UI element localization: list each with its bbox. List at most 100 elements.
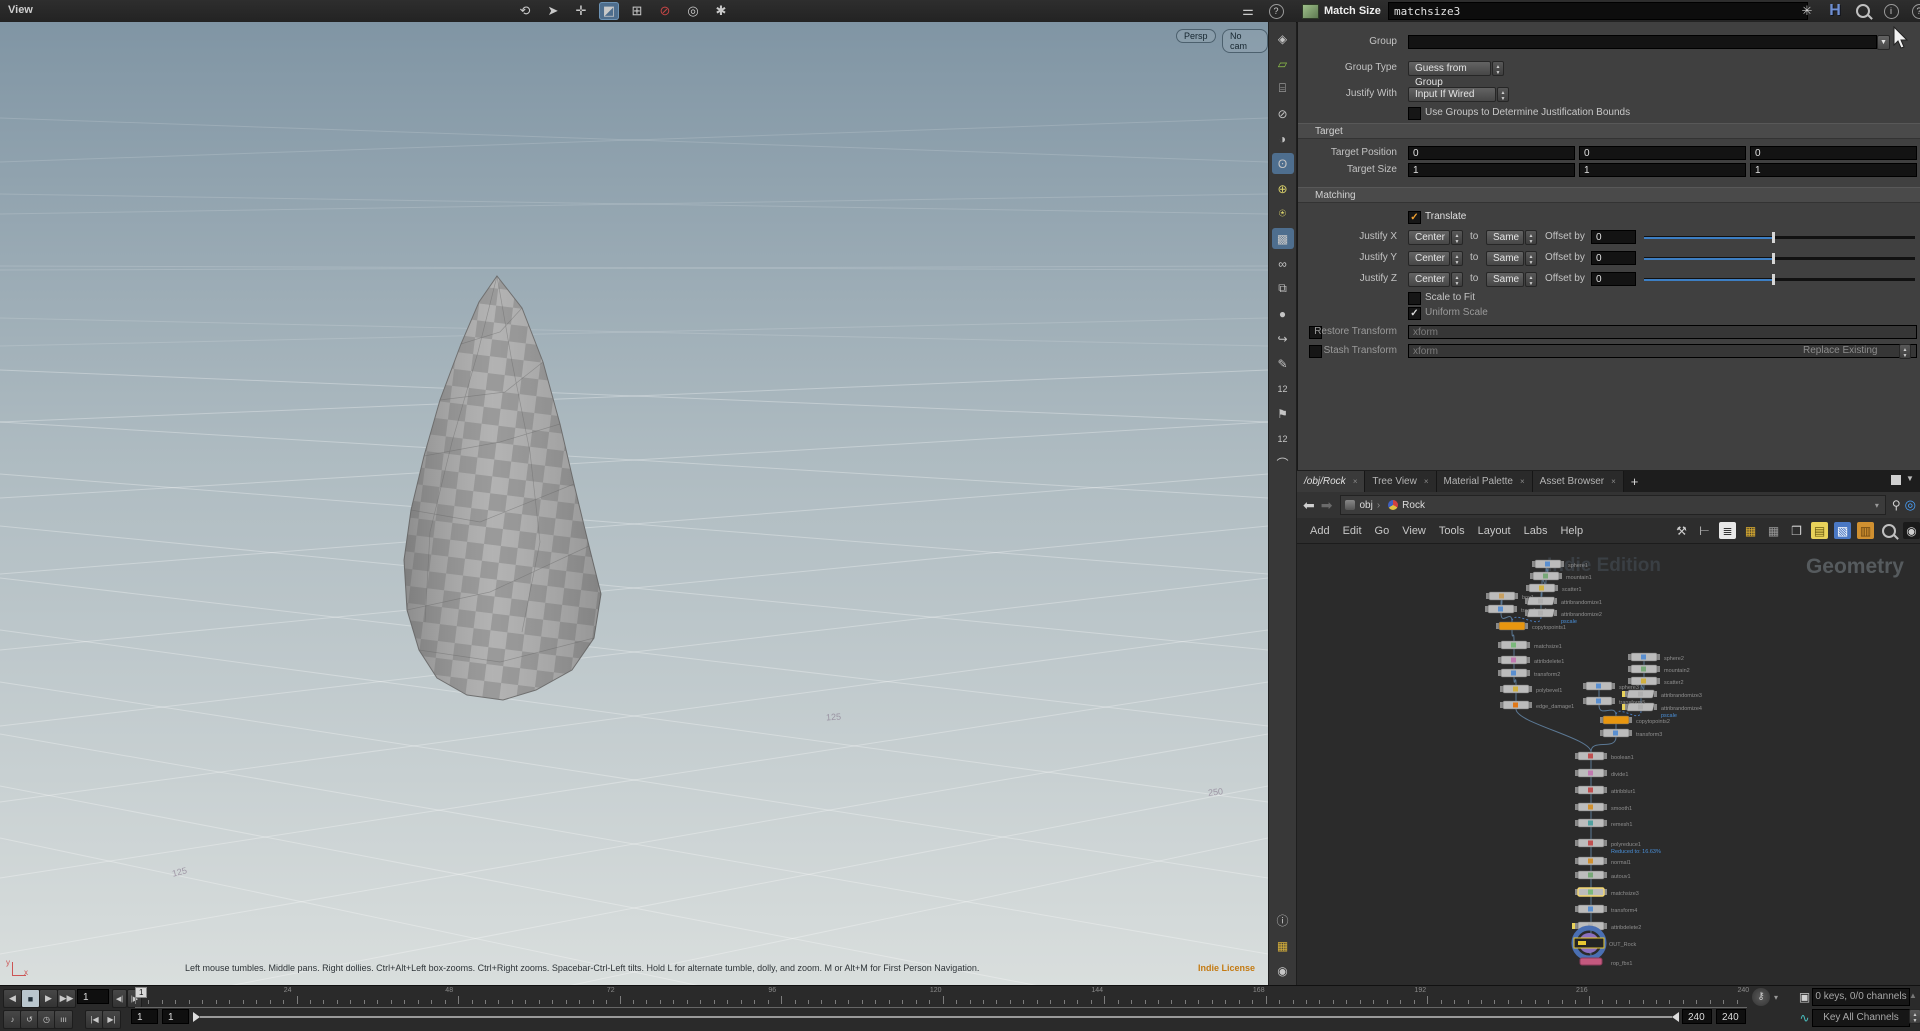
network-node-attribblur1[interactable]: attribblur1 (1575, 786, 1635, 795)
path-node[interactable]: Rock (1402, 500, 1425, 511)
netmenu-layout[interactable]: Layout (1478, 525, 1511, 537)
display-markers-icon[interactable]: ✎ (1272, 353, 1294, 374)
range-slider[interactable] (200, 1016, 1672, 1018)
netmenu-add[interactable]: Add (1310, 525, 1330, 537)
network-node-normal1[interactable]: normal1 (1575, 857, 1631, 866)
target-size-y[interactable]: 1 (1579, 163, 1746, 177)
net-treeview-icon[interactable]: ⊢ (1696, 522, 1713, 539)
network-node-autouv1[interactable]: autouv1 (1575, 871, 1631, 880)
network-node-remesh1[interactable]: remesh1 (1575, 819, 1632, 828)
prim-numbers-icon[interactable]: 12 (1272, 428, 1294, 449)
target-section-header[interactable]: Target (1298, 123, 1920, 139)
pane-split-icon[interactable] (1891, 475, 1901, 485)
network-node-sphere2[interactable]: sphere2 (1628, 653, 1684, 662)
netmenu-help[interactable]: Help (1560, 525, 1583, 537)
network-node-rop_fbx1[interactable]: rop_fbx1 (1580, 958, 1632, 967)
net-find-icon[interactable] (1880, 522, 1897, 539)
target-position-y[interactable]: 0 (1579, 146, 1746, 160)
playback-filter-icon[interactable]: ııı (54, 1010, 73, 1029)
netmenu-view[interactable]: View (1402, 525, 1426, 537)
keys-lock-icon[interactable]: ▲ (1909, 991, 1917, 1000)
net-shapepalette-icon[interactable]: ▦ (1765, 522, 1782, 539)
pane-tab--obj-rock[interactable]: /obj/Rock× (1297, 471, 1365, 492)
network-graph[interactable]: Indie EditionGeometrybox1transform1spher… (1297, 543, 1920, 985)
justify-with-select[interactable]: Input If Wired (1408, 87, 1496, 102)
keys-status-box[interactable]: 0 keys, 0/0 channels (1812, 988, 1910, 1006)
view-tumble-tool-icon[interactable]: ⟲ (515, 2, 535, 20)
matching-section-header[interactable]: Matching (1298, 187, 1920, 203)
key-menu-arrow[interactable]: ▾ (1774, 993, 1778, 1002)
network-node-matchsize3[interactable]: matchsize3 (1575, 888, 1639, 897)
target-position-z[interactable]: 0 (1750, 146, 1917, 160)
network-node-smooth1[interactable]: smooth1 (1575, 803, 1632, 812)
justify-target-spinner[interactable]: ▲▼ (1525, 230, 1537, 245)
select-tool-icon[interactable]: ➤ (543, 2, 563, 20)
network-node-transform3[interactable]: transform3 (1600, 729, 1662, 738)
pane-tab-asset-browser[interactable]: Asset Browser× (1533, 471, 1624, 492)
tab-close-icon[interactable]: × (1424, 477, 1429, 486)
offset-slider-handle[interactable] (1772, 232, 1775, 243)
net-colorpalette-icon[interactable]: ▦ (1742, 522, 1759, 539)
path-dropdown-arrow[interactable]: ▾ (1875, 501, 1879, 510)
pane-menu-arrow[interactable]: ▼ (1906, 474, 1914, 483)
offset-slider-handle[interactable] (1772, 253, 1775, 264)
network-node-attribrandomize1[interactable]: attribrandomize1 (1525, 597, 1602, 606)
measure-icon[interactable]: ⌒ (1272, 453, 1294, 474)
justify-target-spinner[interactable]: ▲▼ (1525, 251, 1537, 266)
high-quality-lighting-icon[interactable]: ⊕ (1272, 178, 1294, 199)
scoped-channels-icon[interactable]: ▣ (1796, 988, 1813, 1005)
pane-sliders-icon[interactable]: ⚌ (1238, 2, 1258, 20)
display-points-icon[interactable]: ● (1272, 303, 1294, 324)
frame-ruler[interactable]: 24487296120144168192216240 (135, 987, 1747, 1008)
follow-focus-icon[interactable]: ◎ (1905, 497, 1916, 513)
network-node-scatter1[interactable]: scatter1 (1526, 584, 1582, 593)
net-tools-icon[interactable]: ⚒ (1673, 522, 1690, 539)
network-node-transform5[interactable]: transform5 (1583, 697, 1645, 706)
replace-existing-spinner[interactable]: ▲▼ (1899, 344, 1911, 359)
stop-button[interactable]: ■ (21, 989, 40, 1008)
network-node-edge_damage1[interactable]: edge_damage1 (1500, 701, 1574, 710)
offset-input[interactable]: 0 (1591, 272, 1636, 286)
point-numbers-icon[interactable]: 12 (1272, 378, 1294, 399)
links-display-tool-icon[interactable]: ◩ (599, 2, 619, 20)
houdini-logo[interactable]: H (1824, 2, 1846, 20)
network-node-copytopoints1[interactable]: copytopoints1 (1496, 622, 1566, 631)
target-size-x[interactable]: 1 (1408, 163, 1575, 177)
offset-input[interactable]: 0 (1591, 251, 1636, 265)
network-node-divide1[interactable]: divide1 (1575, 769, 1628, 778)
network-node-matchsize1[interactable]: matchsize1 (1498, 641, 1562, 650)
translate-checkbox[interactable]: ✓ (1408, 211, 1421, 224)
info-icon[interactable]: i (1880, 2, 1902, 20)
scale-to-fit-checkbox[interactable] (1408, 292, 1421, 305)
new-tab-button[interactable]: + (1624, 471, 1646, 492)
network-node-attribrandomize3[interactable]: attribrandomize3 (1622, 690, 1702, 699)
network-node-boolean1[interactable]: boolean1 (1575, 752, 1634, 761)
scene-viewport[interactable]: Persp No cam Left mouse tumbles. Middle … (0, 22, 1268, 985)
justify-target-spinner[interactable]: ▲▼ (1525, 272, 1537, 287)
box-zoom-tool-icon[interactable]: ⊞ (627, 2, 647, 20)
justify-target-select[interactable]: Same (1486, 230, 1524, 245)
group-dropdown-arrow[interactable]: ▼ (1877, 35, 1890, 50)
point-normals-icon[interactable]: ⚑ (1272, 403, 1294, 424)
viewport-info-icon[interactable]: ⓘ (1272, 910, 1294, 931)
preferences-gear-icon[interactable]: ✳ (1796, 2, 1818, 20)
network-node-polybevel1[interactable]: polybevel1 (1500, 685, 1562, 694)
range-end2-field[interactable]: 240 (1716, 1009, 1746, 1024)
netmenu-go[interactable]: Go (1375, 525, 1390, 537)
path-root[interactable]: obj (1359, 500, 1372, 511)
network-node-polyreduce1[interactable]: polyreduce1Reduced to: 16.63% (1575, 839, 1661, 855)
justify-anchor-spinner[interactable]: ▲▼ (1451, 251, 1463, 266)
play-reverse-button[interactable]: ◀ (3, 989, 22, 1008)
range-start2-field[interactable]: 1 (162, 1009, 189, 1024)
tab-close-icon[interactable]: × (1611, 477, 1616, 486)
network-node-OUT_Rock[interactable]: OUT_Rock (1574, 928, 1636, 958)
key-all-spinner[interactable]: ▲▼ (1909, 1009, 1920, 1024)
visibility-eye-icon[interactable]: ◉ (1272, 960, 1294, 981)
nav-back-icon[interactable]: ⬅ (1303, 497, 1315, 514)
net-background-image-icon[interactable]: ▧ (1834, 522, 1851, 539)
net-listmode-icon[interactable]: ≣ (1719, 522, 1736, 539)
nav-forward-icon[interactable]: ➡ (1321, 497, 1333, 514)
pane-tab-material-palette[interactable]: Material Palette× (1437, 471, 1533, 492)
handles-tool-icon[interactable]: ✛ (571, 2, 591, 20)
justify-target-select[interactable]: Same (1486, 272, 1524, 287)
